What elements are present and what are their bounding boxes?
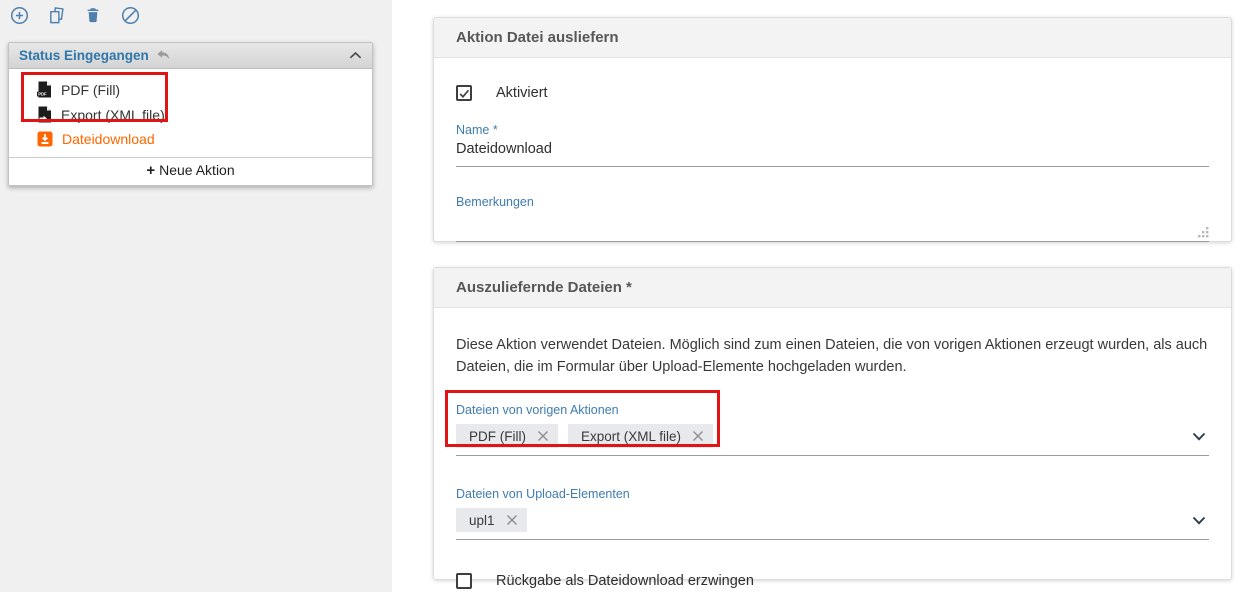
trash-icon <box>84 6 102 24</box>
action-card-header: Aktion Datei ausliefern <box>434 18 1231 58</box>
disable-button[interactable] <box>120 5 140 25</box>
chip-pdf-fill[interactable]: PDF (Fill) <box>456 424 558 448</box>
status-panel: Status Eingegangen <box>8 42 373 186</box>
resize-grip-icon[interactable] <box>1198 227 1209 238</box>
force-download-label: Rückgabe als Dateidownload erzwingen <box>496 573 754 589</box>
files-card-body: Diese Aktion verwendet Dateien. Möglich … <box>434 308 1231 589</box>
workflow-editor-page: Status Eingegangen <box>0 0 1243 592</box>
workflow-sidebar: Status Eingegangen <box>0 0 392 592</box>
new-action-label: Neue Aktion <box>159 162 235 178</box>
add-circle-icon <box>10 6 29 25</box>
chevron-down-icon[interactable] <box>1192 432 1206 441</box>
activated-checkbox-row[interactable]: Aktiviert <box>456 58 1209 101</box>
name-field-label: Name * <box>456 123 1209 137</box>
previous-actions-select[interactable]: Dateien von vorigen Aktionen PDF (Fill) … <box>456 403 1209 456</box>
action-item-label: PDF (Fill) <box>61 82 120 98</box>
action-item-label: Export (XML file) <box>61 107 165 123</box>
chip-close-icon[interactable] <box>692 430 704 442</box>
duplicate-button[interactable] <box>46 5 66 25</box>
files-card-header: Auszuliefernde Dateien * <box>434 268 1231 308</box>
status-panel-header[interactable]: Status Eingegangen <box>9 43 372 69</box>
undo-icon[interactable] <box>156 49 171 62</box>
force-download-checkbox-row[interactable]: Rückgabe als Dateidownload erzwingen <box>456 573 1209 589</box>
previous-actions-chips: PDF (Fill) Export (XML file) <box>456 424 1209 448</box>
chip-export-xml[interactable]: Export (XML file) <box>568 424 713 448</box>
action-item-label: Dateidownload <box>62 131 155 147</box>
remarks-field-label: Bemerkungen <box>456 195 1209 209</box>
chevron-up-icon[interactable] <box>349 51 362 60</box>
upload-elements-select[interactable]: Dateien von Upload-Elementen upl1 <box>456 487 1209 540</box>
deliver-files-card: Auszuliefernde Dateien * Diese Aktion ve… <box>433 267 1232 580</box>
duplicate-icon <box>47 6 66 25</box>
name-field[interactable]: Name * Dateidownload <box>456 123 1209 167</box>
new-action-button[interactable]: +Neue Aktion <box>9 157 372 185</box>
workflow-toolbar <box>9 5 140 25</box>
action-card-body: Aktiviert Name * Dateidownload Bemerkung… <box>434 58 1231 242</box>
chevron-down-icon[interactable] <box>1192 516 1206 525</box>
export-file-icon <box>37 106 52 123</box>
remarks-textarea[interactable] <box>456 209 1209 242</box>
activated-label: Aktiviert <box>496 85 548 101</box>
action-item-export-xml[interactable]: Export (XML file) <box>9 102 372 127</box>
action-item-dateidownload[interactable]: Dateidownload <box>9 127 372 151</box>
file-download-icon <box>37 131 53 147</box>
plus-icon: + <box>146 162 155 179</box>
upload-elements-chips: upl1 <box>456 508 1209 532</box>
action-list: PDF PDF (Fill) Export (XML file) <box>9 69 372 157</box>
chip-close-icon[interactable] <box>506 514 518 526</box>
files-card-title: Auszuliefernde Dateien * <box>456 279 632 296</box>
checkbox-checked-icon[interactable] <box>456 85 472 101</box>
chip-label: upl1 <box>469 513 495 528</box>
action-item-pdf-fill[interactable]: PDF PDF (Fill) <box>9 77 372 102</box>
remarks-field[interactable]: Bemerkungen <box>456 195 1209 242</box>
pdf-file-icon: PDF <box>37 81 52 98</box>
action-card-title: Aktion Datei ausliefern <box>456 29 619 46</box>
chip-label: PDF (Fill) <box>469 429 526 444</box>
checkbox-unchecked-icon[interactable] <box>456 573 472 589</box>
add-action-button[interactable] <box>9 5 29 25</box>
files-description: Diese Aktion verwendet Dateien. Möglich … <box>456 308 1209 378</box>
svg-text:PDF: PDF <box>38 92 47 97</box>
previous-actions-label: Dateien von vorigen Aktionen <box>456 403 1209 417</box>
chip-close-icon[interactable] <box>537 430 549 442</box>
upload-elements-label: Dateien von Upload-Elementen <box>456 487 1209 501</box>
delete-button[interactable] <box>83 5 103 25</box>
chip-label: Export (XML file) <box>581 429 681 444</box>
status-panel-title: Status Eingegangen <box>19 48 149 63</box>
ban-icon <box>121 6 140 25</box>
action-settings-card: Aktion Datei ausliefern Aktiviert Name *… <box>433 17 1232 242</box>
chip-upl1[interactable]: upl1 <box>456 508 527 532</box>
name-field-value[interactable]: Dateidownload <box>456 141 1209 157</box>
